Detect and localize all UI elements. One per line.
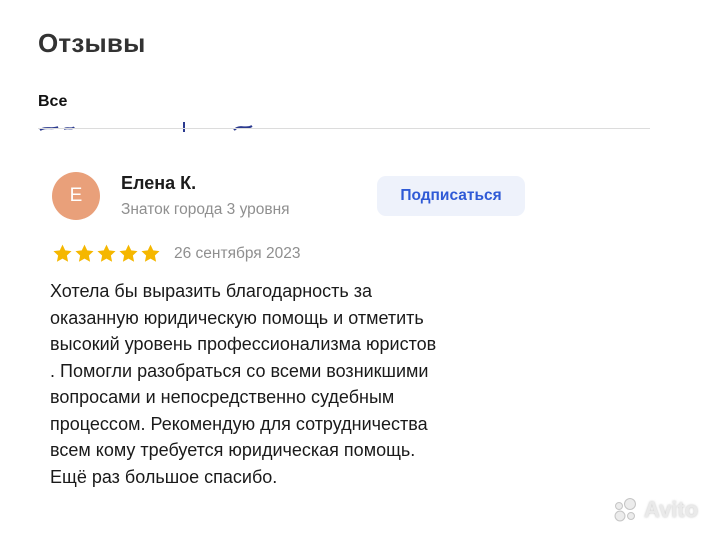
tab-all[interactable]: Все — [38, 93, 67, 111]
star-icon — [97, 244, 116, 262]
review-text-line: . Помогли разобраться со всеми возникшим… — [50, 360, 429, 381]
star-icon — [119, 244, 138, 262]
review-text-line: высокий уровень профессионализма юристов — [50, 334, 437, 354]
author-level: Знаток города 3 уровня — [121, 201, 290, 218]
review-text-line: Хотела бы выразить благодарность за — [50, 281, 373, 301]
review-text-line: Ещё раз большое спасибо. — [50, 466, 278, 487]
star-icon — [141, 244, 160, 262]
page-title: Отзывы — [38, 28, 146, 58]
rating-stars — [52, 243, 161, 264]
review-text-line: процессом. Рекомендую для сотрудничества — [50, 413, 428, 434]
avito-watermark: Avito — [612, 497, 698, 523]
avatar[interactable]: Е — [52, 172, 100, 220]
watermark-text: Avito — [644, 497, 699, 522]
divider — [38, 128, 650, 129]
author-name[interactable]: Елена К. — [121, 173, 196, 194]
scribble-decoration — [39, 122, 253, 132]
review-text-line: вопросами и непосредственно судебным — [50, 387, 395, 407]
avito-dots-icon — [614, 498, 636, 522]
review-text-line: оказанную юридическую помощь и отметить — [50, 307, 424, 328]
review-text: Хотела бы выразить благодарность за оказ… — [50, 278, 540, 490]
star-icon — [75, 244, 94, 262]
star-icon — [53, 244, 72, 262]
review-date: 26 сентября 2023 — [174, 245, 301, 262]
subscribe-button[interactable]: Подписаться — [377, 176, 525, 216]
review-text-line: всем кому требуется юридическая помощь. — [50, 440, 416, 460]
